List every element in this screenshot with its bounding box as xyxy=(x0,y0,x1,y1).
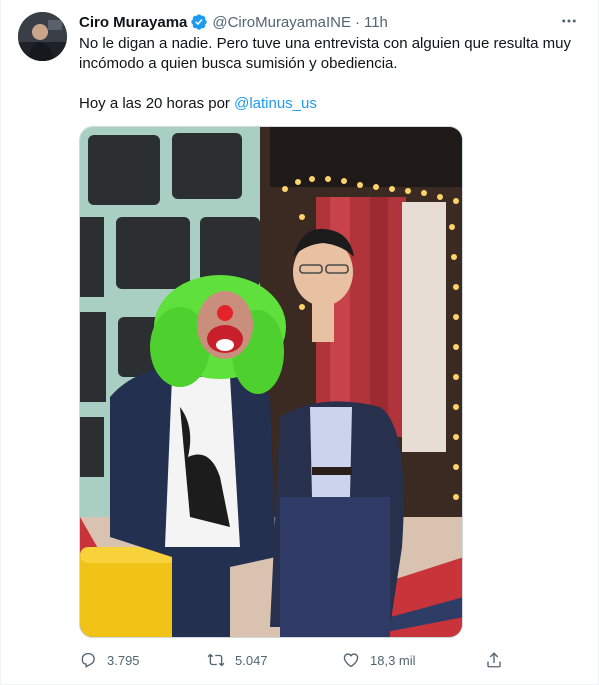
reply-button[interactable]: 3.795 xyxy=(79,651,140,669)
author-handle[interactable]: @CiroMurayamaINE xyxy=(212,14,351,31)
verified-badge-icon xyxy=(190,13,208,31)
tweet-header: Ciro Murayama @CiroMurayamaINE · 11h xyxy=(79,12,582,32)
retweet-count: 5.047 xyxy=(235,652,268,668)
reply-icon xyxy=(81,652,95,668)
mention-link[interactable]: @latinus_us xyxy=(234,95,317,112)
tweet-photo[interactable] xyxy=(79,126,463,638)
tweet-timestamp[interactable]: 11h xyxy=(364,14,388,31)
author-name[interactable]: Ciro Murayama xyxy=(79,14,187,31)
tweet-text-line1: No le digan a nadie. Pero tuve una entre… xyxy=(79,35,571,72)
avatar[interactable] xyxy=(18,12,67,61)
tweet-text-line2: Hoy a las 20 horas por @latinus_us xyxy=(79,94,579,114)
share-button[interactable] xyxy=(485,651,513,669)
tweet-card[interactable]: Ciro Murayama @CiroMurayamaINE · 11h No … xyxy=(0,0,599,685)
reply-count: 3.795 xyxy=(107,652,140,668)
action-bar: 3.795 5.047 18,3 mil xyxy=(79,648,509,672)
more-horizontal-icon[interactable] xyxy=(558,10,580,32)
separator-dot: · xyxy=(354,13,360,31)
share-icon xyxy=(487,652,501,668)
retweet-icon xyxy=(207,653,225,667)
like-button[interactable]: 18,3 mil xyxy=(342,651,416,669)
retweet-button[interactable]: 5.047 xyxy=(207,651,268,669)
tweet-text-prefix: Hoy a las 20 horas por xyxy=(79,95,235,112)
heart-icon xyxy=(343,653,359,668)
tweet-text: No le digan a nadie. Pero tuve una entre… xyxy=(79,34,579,114)
like-count: 18,3 mil xyxy=(370,652,416,668)
